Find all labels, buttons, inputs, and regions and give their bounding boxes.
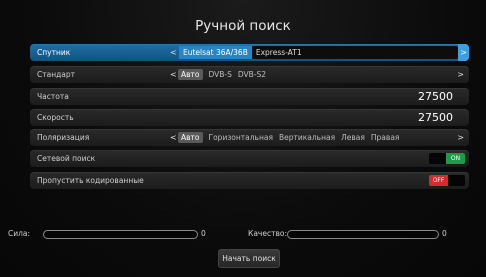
symbol-rate-row[interactable]: Скорость 27500 xyxy=(30,109,469,126)
skip-encrypted-row[interactable]: Пропустить кодированные OFF xyxy=(30,172,469,189)
polarization-options: Авто Горизонтальная Вертикальная Левая П… xyxy=(178,131,453,144)
symbol-rate-label: Скорость xyxy=(37,113,74,122)
signal-strength-value: 0 xyxy=(201,229,206,238)
chevron-right-icon[interactable]: > xyxy=(458,44,469,61)
standard-option[interactable]: DVB-S2 xyxy=(238,70,266,79)
satellite-row[interactable]: Спутник < Eutelsat 36A/36B Express-AT1 > xyxy=(30,44,469,61)
frequency-value[interactable]: 27500 xyxy=(418,88,453,105)
polarization-option[interactable]: Правая xyxy=(371,133,400,142)
satellite-next: Express-AT1 xyxy=(255,48,302,57)
symbol-rate-value[interactable]: 27500 xyxy=(418,109,453,126)
signal-strength-meter xyxy=(43,230,198,239)
chevron-right-icon[interactable]: > xyxy=(457,66,464,83)
chevron-right-icon[interactable]: > xyxy=(457,129,464,146)
toggle-on-state: ON xyxy=(446,153,465,164)
polarization-label: Поляризация xyxy=(37,133,90,142)
standard-row[interactable]: Стандарт < Авто DVB-S DVB-S2 > xyxy=(30,66,469,83)
standard-option[interactable]: DVB-S xyxy=(209,70,232,79)
chevron-left-icon[interactable]: < xyxy=(170,44,177,61)
frequency-row[interactable]: Частота 27500 xyxy=(30,88,469,105)
polarization-row[interactable]: Поляризация < Авто Горизонтальная Вертик… xyxy=(30,129,469,146)
frequency-label: Частота xyxy=(37,92,69,101)
satellite-label: Спутник xyxy=(37,48,71,57)
polarization-option[interactable]: Горизонтальная xyxy=(209,133,273,142)
satellite-selector[interactable]: Eutelsat 36A/36B Express-AT1 xyxy=(179,46,458,59)
skip-encrypted-toggle[interactable]: OFF xyxy=(429,175,465,186)
skip-encrypted-label: Пропустить кодированные xyxy=(37,176,144,185)
network-search-toggle[interactable]: ON xyxy=(429,153,465,164)
standard-options: Авто DVB-S DVB-S2 xyxy=(178,68,453,81)
signal-quality-meter xyxy=(287,230,439,239)
toggle-off-state: OFF xyxy=(429,175,448,186)
start-search-button[interactable]: Начать поиск xyxy=(218,249,280,268)
standard-option[interactable]: Авто xyxy=(178,69,203,80)
page-title: Ручной поиск xyxy=(195,18,291,34)
signal-quality-value: 0 xyxy=(442,229,447,238)
network-search-row[interactable]: Сетевой поиск ON xyxy=(30,150,469,167)
polarization-option[interactable]: Авто xyxy=(178,132,203,143)
polarization-option[interactable]: Левая xyxy=(341,133,365,142)
manual-search-screen: Ручной поиск Спутник < Eutelsat 36A/36B … xyxy=(0,0,486,277)
polarization-option[interactable]: Вертикальная xyxy=(279,133,335,142)
standard-label: Стандарт xyxy=(37,70,76,79)
signal-quality-label: Качество: xyxy=(248,229,287,238)
network-search-label: Сетевой поиск xyxy=(37,154,96,163)
satellite-selected: Eutelsat 36A/36B xyxy=(179,46,252,59)
signal-strength-label: Сила: xyxy=(8,229,31,238)
chevron-left-icon[interactable]: < xyxy=(170,66,177,83)
chevron-left-icon[interactable]: < xyxy=(170,129,177,146)
